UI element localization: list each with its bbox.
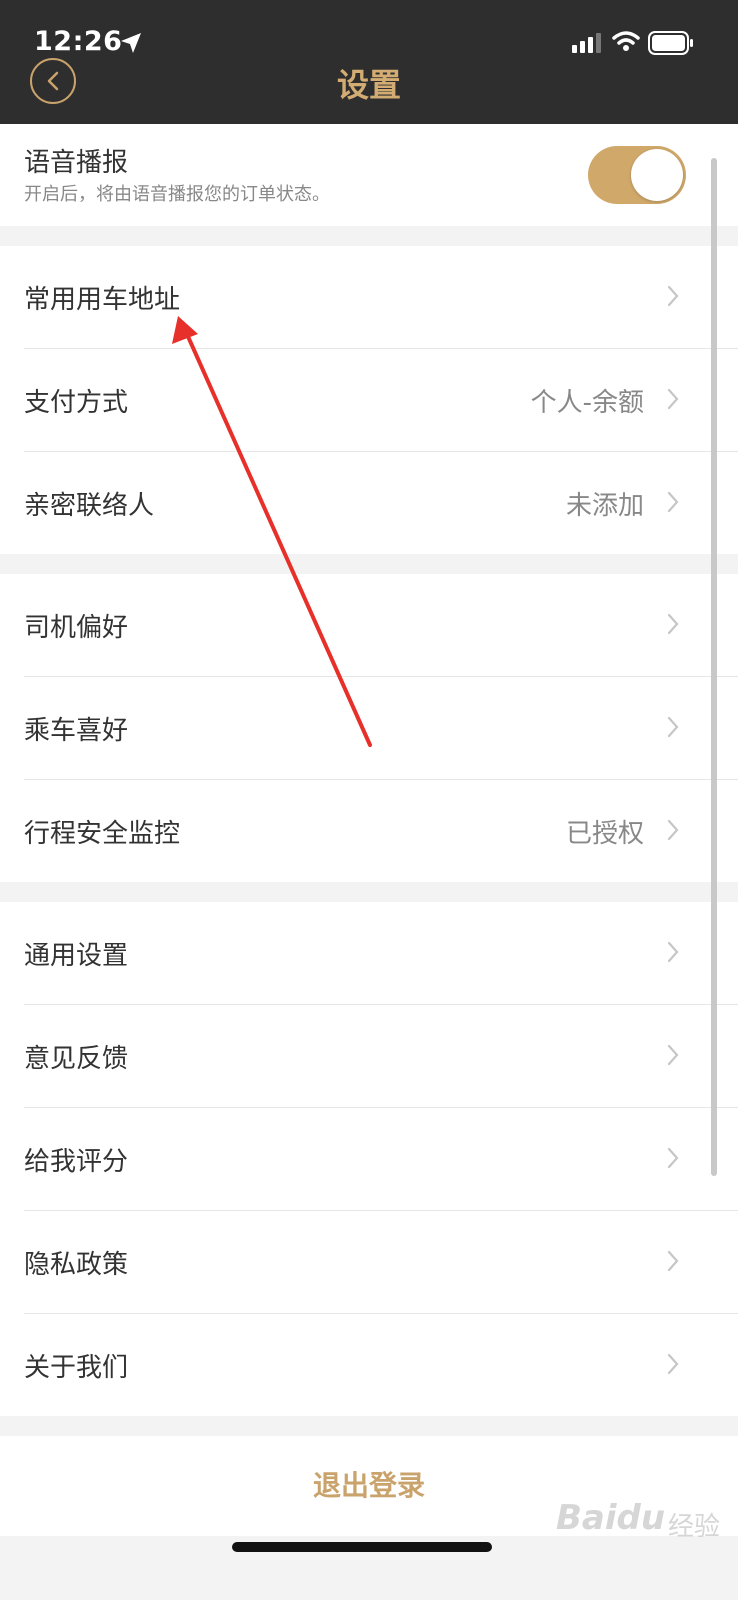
voice-group: 语音播报 开启后，将由语音播报您的订单状态。 [0,124,738,226]
row-driver-preference[interactable]: 司机偏好 [24,574,738,677]
voice-broadcast-title: 语音播报 [24,148,129,178]
watermark-text: 经验 [668,1512,721,1542]
settings-group-2: 司机偏好 乘车喜好 行程安全监控 已授权 [0,574,738,882]
row-label: 司机偏好 [24,613,129,643]
chevron-right-icon [667,716,679,738]
toggle-knob [631,149,683,201]
chevron-right-icon [667,941,679,963]
row-label: 支付方式 [24,388,129,418]
row-label: 通用设置 [24,941,129,971]
row-label: 常用用车地址 [24,285,181,315]
row-label: 亲密联络人 [24,491,155,521]
chevron-right-icon [667,613,679,635]
chevron-right-icon [667,819,679,841]
row-label: 意见反馈 [24,1044,129,1074]
voice-broadcast-toggle[interactable] [588,146,686,204]
row-label: 隐私政策 [24,1250,129,1280]
watermark-logo: Baidu [556,1498,666,1538]
wifi-icon [612,31,640,51]
voice-broadcast-subtitle: 开启后，将由语音播报您的订单状态。 [24,184,330,205]
chevron-right-icon [667,1147,679,1169]
home-indicator[interactable] [232,1542,492,1552]
row-about-us[interactable]: 关于我们 [24,1314,738,1416]
row-emergency-contact[interactable]: 亲密联络人 未添加 [24,452,738,554]
settings-list: 语音播报 开启后，将由语音播报您的订单状态。 常用用车地址 支付方式 个人-余额… [0,124,738,1536]
chevron-right-icon [667,1250,679,1272]
row-payment-method[interactable]: 支付方式 个人-余额 [24,349,738,452]
row-common-address[interactable]: 常用用车地址 [24,246,738,349]
row-general-settings[interactable]: 通用设置 [24,902,738,1005]
top-bar: 12:26 设置 [0,0,738,124]
row-label: 乘车喜好 [24,716,129,746]
row-feedback[interactable]: 意见反馈 [24,1005,738,1108]
row-value: 已授权 [565,819,644,849]
row-trip-safety-monitoring[interactable]: 行程安全监控 已授权 [24,780,738,882]
row-privacy-policy[interactable]: 隐私政策 [24,1211,738,1314]
voice-broadcast-row: 语音播报 开启后，将由语音播报您的订单状态。 [0,124,738,226]
cellular-signal-icon [572,33,601,53]
row-value: 未添加 [565,491,644,521]
settings-group-3: 通用设置 意见反馈 给我评分 隐私政策 关于我们 [0,902,738,1416]
row-value: 个人-余额 [530,388,644,418]
chevron-right-icon [667,285,679,307]
row-rate-us[interactable]: 给我评分 [24,1108,738,1211]
row-label: 关于我们 [24,1353,129,1383]
chevron-right-icon [667,1044,679,1066]
location-arrow-icon [121,33,141,53]
settings-group-1: 常用用车地址 支付方式 个人-余额 亲密联络人 未添加 [0,246,738,554]
row-ride-preference[interactable]: 乘车喜好 [24,677,738,780]
page-title: 设置 [336,66,401,104]
chevron-right-icon [667,1353,679,1375]
row-label: 行程安全监控 [24,819,181,849]
row-label: 给我评分 [24,1147,129,1177]
chevron-right-icon [667,491,679,513]
chevron-right-icon [667,388,679,410]
scrollbar[interactable] [711,158,717,1176]
status-time: 12:26 [34,26,123,57]
battery-icon [648,31,693,55]
